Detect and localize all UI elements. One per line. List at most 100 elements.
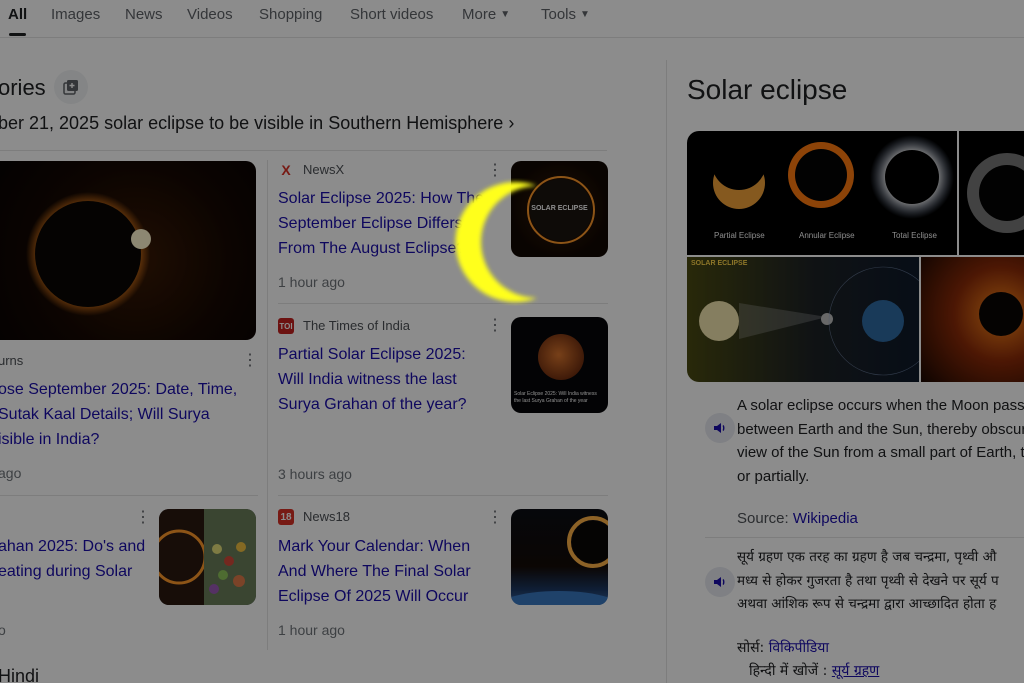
description-hindi: सूर्य ग्रहण एक तरह का ग्रहण है जब चन्द्र… [737,546,999,617]
panel-divider [666,60,667,683]
source-line: Source: Wikipedia [737,507,858,531]
tab-short-videos[interactable]: Short videos [350,6,433,23]
more-options-icon[interactable]: ⋮ [135,510,151,526]
more-options-icon[interactable]: ⋮ [487,318,503,334]
description-line: अथवा आंशिक रूप से चन्द्रमा द्वारा आच्छाद… [737,596,997,612]
main-story-image[interactable] [0,161,256,340]
source-link[interactable]: Wikipedia [793,510,858,527]
diagram-title: SOLAR ECLIPSE [691,260,748,267]
corona-image[interactable] [959,131,1024,255]
hindi-source-line: सोर्स: विकिपीडिया [737,637,829,661]
tab-news[interactable]: News [125,6,163,23]
story-thumbnail[interactable] [511,509,608,605]
knowledge-panel-title: Solar eclipse [687,74,848,105]
description-line: view of the Sun from a small part of Ear… [737,444,1024,461]
headline-line: isible in India? [0,431,100,448]
more-options-icon[interactable]: ⋮ [487,510,503,526]
collection-button[interactable] [54,70,88,104]
chevron-down-icon: ▼ [500,9,511,20]
story-thumbnail[interactable]: Solar Eclipse 2025: Will India witness t… [511,317,608,413]
description-line: A solar eclipse occurs when the Moon pas… [737,397,1024,414]
tab-more-label: More [462,6,497,23]
listen-button-hindi[interactable] [705,567,735,597]
headline-line: Partial Solar Eclipse 2025: [278,346,466,363]
food-photo [159,509,256,605]
story-cluster-link[interactable]: ber 21, 2025 solar eclipse to be visible… [0,113,514,134]
tab-shopping[interactable]: Shopping [259,6,322,23]
listen-button[interactable] [705,413,735,443]
story-thumbnail[interactable] [159,509,256,605]
hindi-source-link[interactable]: विकिपीडिया [769,640,829,656]
chevron-down-icon: ▼ [580,9,590,20]
headline-line: Will India witness the last [278,371,457,388]
hindi-search-label: हिन्दी में खोजें : [749,663,828,679]
tab-tools[interactable]: Tools ▼ [541,6,590,23]
story-headline[interactable]: ose September 2025: Date, Time, Sutak Ka… [0,377,237,452]
crescent-moon-icon[interactable] [445,178,555,306]
description-line: between Earth and the Sun, thereby obscu… [737,420,1024,438]
eclipse-earth-thumbnail [511,516,608,605]
headline-line: Surya Grahan of the year? [278,396,467,413]
hindi-source-label: सोर्स: [737,640,765,656]
divider [278,495,608,496]
chevron-right-icon: › [508,113,515,133]
headline-line: Eclipse Of 2025 Will Occur [278,588,469,605]
headline-line: ose September 2025: Date, Time, [0,381,238,398]
gallery-label: Annular Eclipse [799,231,855,240]
story-time: 1 hour ago [278,622,345,638]
source-label: Source: [737,510,789,527]
image-gallery[interactable]: Partial Eclipse Annular Eclipse Total Ec… [687,131,1024,382]
tab-all[interactable]: All [8,6,27,23]
corona-graphic [967,153,1024,233]
newsx-logo-icon: X [281,162,291,178]
more-options-icon[interactable]: ⋮ [242,353,258,369]
headline-line: Mark Your Calendar: When [278,538,471,555]
section-heading-hindi: Hindi [0,666,40,686]
active-tab-indicator [9,33,26,36]
eclipse-types-image[interactable]: Partial Eclipse Annular Eclipse Total Ec… [687,131,957,255]
hindi-search-link[interactable]: सूर्य ग्रहण [832,663,880,679]
headline-line: And Where The Final Solar [278,563,471,580]
tab-more[interactable]: More ▼ [462,6,510,23]
story-headline[interactable]: Mark Your Calendar: When And Where The F… [278,534,471,609]
headline-line: ahan 2025: Do's and [0,538,146,555]
top-stories-heading: ories [0,75,46,100]
description-line: सूर्य ग्रहण एक तरह का ग्रहण है जब चन्द्र… [737,549,997,565]
story-time: o [0,622,6,638]
thumbnail-caption: Solar Eclipse 2025: Will India witness t… [514,391,597,404]
hindi-search-line: हिन्दी में खोजें : सूर्य ग्रहण [749,660,879,684]
description-line: or partially. [737,467,810,485]
story-time: 3 hours ago [278,466,352,482]
search-tabs: All Images News Videos Shopping Short vi… [0,0,1024,38]
toi-logo-icon: TOI [278,318,294,334]
tab-videos[interactable]: Videos [187,6,233,23]
divider [0,495,258,496]
gallery-label: Total Eclipse [892,231,937,240]
eclipse-diagram-graphic [699,266,938,376]
story-headline[interactable]: ahan 2025: Do's and eating during Solar [0,534,145,584]
story-cluster-title: ber 21, 2025 solar eclipse to be visible… [0,113,504,133]
story-source: NewsX [303,162,345,177]
eclipse-photo [26,192,151,316]
sun-eclipse-graphic [979,292,1023,336]
more-options-icon[interactable]: ⋮ [487,163,503,179]
headline-line: eating during Solar [0,563,133,580]
sun-eclipse-image[interactable] [921,257,1024,382]
news18-logo-icon: 18 [278,509,294,525]
divider [0,150,607,151]
speaker-icon [714,577,725,587]
collection-icon [63,80,78,95]
story-time: 1 hour ago [278,274,345,290]
eclipse-diagram-image[interactable]: SOLAR ECLIPSE [687,257,938,382]
divider [705,537,1024,538]
tab-images[interactable]: Images [51,6,100,23]
story-headline[interactable]: Partial Solar Eclipse 2025: Will India w… [278,342,467,417]
description-line: मध्य से होकर गुजरता है तथा पृथ्वी से देख… [737,572,999,589]
divider [278,303,608,304]
story-source: News18 [303,509,350,524]
speaker-icon [714,423,725,433]
story-time: ago [0,465,22,481]
description-english: A solar eclipse occurs when the Moon pas… [737,394,1024,488]
story-source: The Times of India [303,318,410,333]
tab-tools-label: Tools [541,6,577,23]
